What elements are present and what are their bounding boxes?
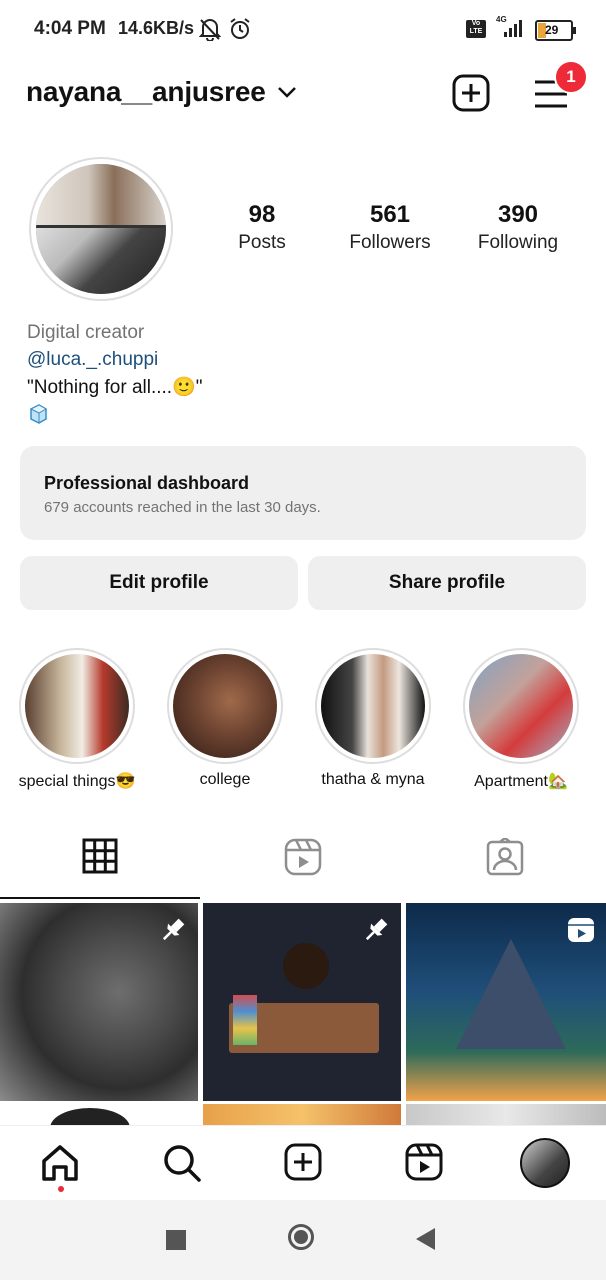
posts-label: Posts bbox=[238, 232, 286, 253]
followers-label: Followers bbox=[349, 232, 431, 253]
post-thumbnail[interactable] bbox=[203, 903, 401, 1101]
highlight-cover bbox=[25, 654, 129, 758]
profile-photo bbox=[36, 164, 166, 294]
status-bar: 4:04 PM 14.6KB/s Vo LTE 4G 29 bbox=[0, 0, 606, 60]
posts-count: 98 bbox=[248, 201, 276, 228]
home-icon bbox=[42, 1145, 78, 1181]
new-post-button[interactable] bbox=[452, 74, 490, 117]
battery-level: 29 bbox=[545, 23, 559, 37]
back-icon[interactable] bbox=[416, 1228, 435, 1250]
post-thumbnail[interactable] bbox=[406, 1104, 606, 1126]
reels-icon bbox=[405, 1143, 443, 1181]
followers-count: 561 bbox=[369, 201, 411, 228]
post-thumbnail[interactable] bbox=[203, 1104, 401, 1126]
battery-icon: 29 bbox=[535, 20, 576, 41]
reel-post-icon bbox=[568, 918, 594, 942]
profile-category: Digital creator bbox=[27, 322, 145, 343]
home-button-icon[interactable] bbox=[288, 1224, 314, 1250]
highlight-cover bbox=[469, 654, 573, 758]
highlight-cover bbox=[321, 654, 425, 758]
grid-icon bbox=[82, 838, 118, 874]
professional-dashboard-card[interactable]: Professional dashboard 679 accounts reac… bbox=[20, 446, 586, 540]
highlight-cover bbox=[173, 654, 277, 758]
posts-stat[interactable]: 98 Posts bbox=[207, 200, 317, 256]
status-time: 4:04 PM bbox=[34, 18, 106, 39]
network-type: 4G bbox=[496, 15, 507, 24]
dashboard-subtitle: 679 accounts reached in the last 30 days… bbox=[44, 499, 321, 516]
tagged-person-icon bbox=[486, 836, 524, 876]
profile-avatar[interactable] bbox=[29, 157, 173, 301]
status-network-speed: 14.6KB/s bbox=[118, 18, 195, 38]
tab-grid[interactable] bbox=[82, 838, 118, 879]
search-tab[interactable] bbox=[162, 1143, 202, 1188]
post-thumbnail[interactable] bbox=[0, 903, 198, 1101]
active-tab-indicator bbox=[0, 897, 200, 899]
recent-apps-icon[interactable] bbox=[166, 1230, 186, 1250]
post-thumbnail[interactable] bbox=[406, 903, 606, 1101]
highlight-item[interactable]: special things😎 bbox=[19, 648, 135, 790]
highlight-item[interactable]: college bbox=[167, 648, 283, 788]
alarm-icon bbox=[229, 17, 251, 46]
signal-icon: 4G bbox=[492, 15, 528, 44]
muted-bell-icon bbox=[198, 17, 222, 46]
reels-tab[interactable] bbox=[405, 1143, 443, 1186]
highlight-item[interactable]: thatha & myna bbox=[315, 648, 431, 788]
dashboard-title: Professional dashboard bbox=[44, 473, 250, 493]
edit-profile-button[interactable]: Edit profile bbox=[20, 556, 298, 610]
bio-mention-link[interactable]: @luca._.chuppi bbox=[27, 349, 158, 371]
post-thumbnail[interactable] bbox=[0, 1104, 198, 1126]
highlight-label: Apartment🏡 bbox=[474, 773, 568, 790]
ice-cube-emoji-icon bbox=[27, 402, 49, 424]
following-stat[interactable]: 390 Following bbox=[463, 200, 573, 256]
pinned-icon bbox=[162, 918, 185, 941]
pinned-icon bbox=[365, 918, 388, 941]
volte-icon: Vo LTE bbox=[466, 20, 486, 38]
search-icon bbox=[164, 1145, 201, 1182]
followers-stat[interactable]: 561 Followers bbox=[335, 200, 445, 256]
tab-tagged[interactable] bbox=[486, 836, 524, 881]
profile-tab-avatar[interactable] bbox=[520, 1138, 570, 1188]
highlight-item[interactable]: Apartment🏡 bbox=[463, 648, 579, 790]
share-profile-button[interactable]: Share profile bbox=[308, 556, 586, 610]
following-label: Following bbox=[477, 232, 559, 253]
reels-icon bbox=[284, 838, 322, 876]
notification-badge: 1 bbox=[554, 60, 588, 94]
following-count: 390 bbox=[497, 201, 539, 228]
home-activity-dot bbox=[58, 1186, 64, 1192]
username-switcher[interactable]: nayana__anjusree bbox=[26, 76, 266, 108]
bio-text: "Nothing for all....🙂" bbox=[27, 377, 203, 398]
add-post-icon bbox=[284, 1143, 322, 1181]
create-tab[interactable] bbox=[284, 1143, 322, 1186]
home-tab[interactable] bbox=[40, 1143, 80, 1188]
tab-reels[interactable] bbox=[284, 838, 322, 881]
chevron-down-icon[interactable] bbox=[277, 85, 297, 104]
